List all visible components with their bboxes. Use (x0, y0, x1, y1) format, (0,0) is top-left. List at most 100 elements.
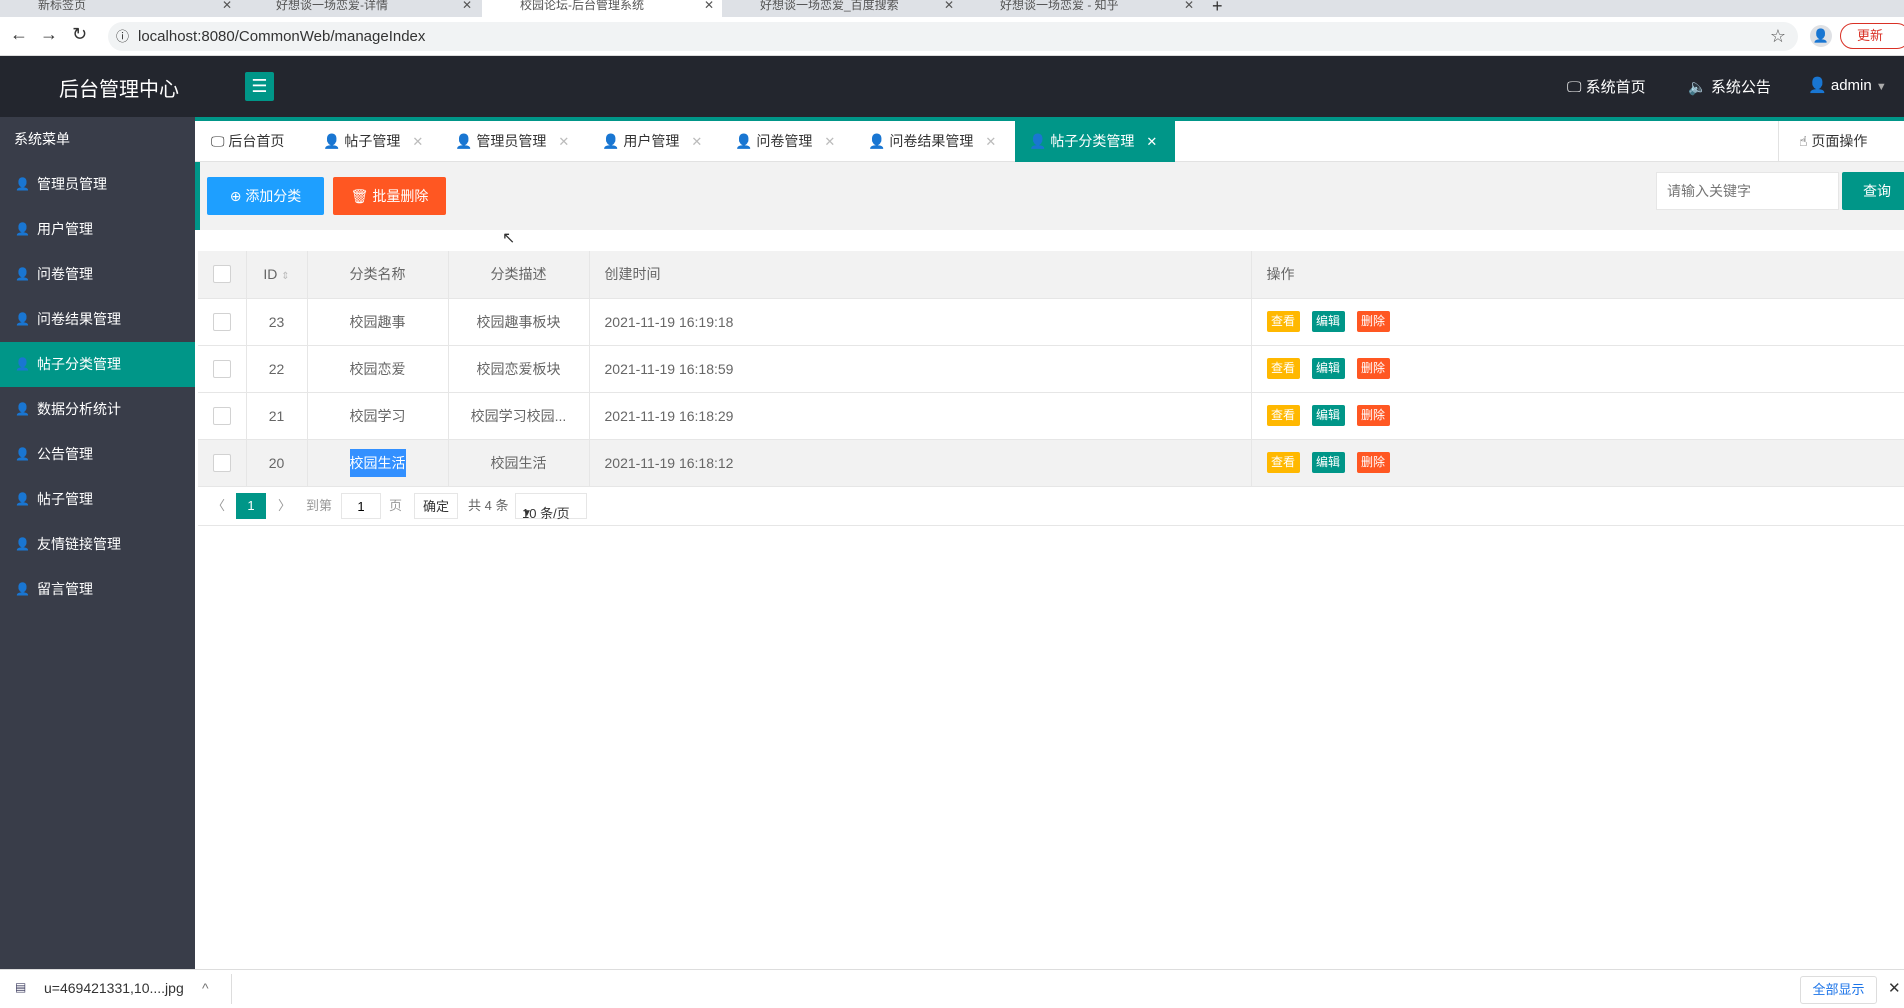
close-icon[interactable]: ✕ (1184, 0, 1194, 11)
tab-post-categories[interactable]: 👤 帖子分类管理 ✕ (1015, 121, 1175, 162)
batch-delete-button[interactable]: 🗑 批量删除 (333, 177, 446, 215)
browser-tab-strip: 新标签页 ✕ 好想谈一场恋爱-详情 ✕ 校园论坛-后台管理系统 ✕ 好想谈一场恋爱_百… (0, 0, 1904, 17)
browser-tab[interactable]: 新标签页 ✕ (0, 0, 240, 17)
row-checkbox[interactable] (198, 345, 247, 393)
close-icon[interactable]: ✕ (985, 134, 996, 149)
close-icon[interactable]: ✕ (222, 0, 232, 11)
cell-id: 20 (246, 439, 308, 487)
column-name: 分类名称 (307, 251, 449, 299)
edit-button[interactable]: 编辑 (1311, 452, 1345, 473)
tab-posts[interactable]: 👤 帖子管理 ✕ (323, 121, 423, 162)
browser-tab[interactable]: 好想谈一场恋爱 - 知乎 ✕ (962, 0, 1202, 17)
close-icon[interactable]: ✕ (1888, 979, 1901, 997)
close-icon[interactable]: ✕ (691, 134, 702, 149)
sort-icon[interactable]: ⇕ (281, 271, 289, 282)
page-size-select[interactable]: 10 条/页 ▼ (515, 493, 587, 521)
row-checkbox[interactable] (198, 439, 247, 487)
reload-icon[interactable]: ↻ (72, 24, 87, 45)
edit-button[interactable]: 编辑 (1311, 311, 1345, 332)
forward-icon[interactable]: → (40, 24, 58, 45)
cell-name: 校园恋爱 (307, 345, 449, 393)
close-icon[interactable]: ✕ (824, 134, 835, 149)
delete-button[interactable]: 删除 (1356, 405, 1390, 426)
page-number-input[interactable] (341, 493, 381, 519)
new-tab-icon[interactable]: + (1212, 0, 1223, 17)
user-icon: 👤 (15, 582, 30, 596)
name-text: 校园趣事 (349, 313, 406, 330)
close-icon[interactable]: ✕ (412, 134, 423, 149)
chevron-up-icon[interactable]: ^ (202, 980, 209, 996)
sidebar-item-admin[interactable]: 👤 管理员管理 (0, 162, 195, 207)
nav-label: 系统公告 (1710, 79, 1771, 96)
search-input[interactable] (1656, 172, 1839, 210)
column-id[interactable]: ID ⇕ (246, 251, 308, 299)
plus-circle-icon: ⊕ (229, 188, 242, 204)
add-category-button[interactable]: ⊕ 添加分类 (207, 177, 324, 215)
tab-home[interactable]: 🖵 后台首页 (211, 121, 311, 162)
view-button[interactable]: 查看 (1266, 311, 1300, 332)
header-label: ID (263, 266, 278, 283)
nav-home-link[interactable]: 🖵 系统首页 (1567, 76, 1646, 97)
sidebar-item-messages[interactable]: 👤 留言管理 (0, 567, 195, 612)
tab-users[interactable]: 👤 用户管理 ✕ (602, 121, 702, 162)
user-icon: 👤 (1808, 77, 1827, 94)
browser-tab-active[interactable]: 校园论坛-后台管理系统 ✕ (482, 0, 722, 17)
sidebar-item-posts[interactable]: 👤 帖子管理 (0, 477, 195, 522)
sidebar-item-survey-results[interactable]: 👤 问卷结果管理 (0, 297, 195, 342)
tab-survey-results[interactable]: 👤 问卷结果管理 ✕ (868, 121, 996, 162)
edit-button[interactable]: 编辑 (1311, 405, 1345, 426)
browser-tab[interactable]: 好想谈一场恋爱-详情 ✕ (240, 0, 480, 17)
url-input[interactable]: ⓘ localhost:8080/CommonWeb/manageIndex ☆ (108, 22, 1798, 51)
next-page-icon[interactable]: 〉 (278, 493, 291, 519)
star-icon[interactable]: ☆ (1770, 22, 1786, 51)
user-icon: 👤 (15, 267, 30, 281)
delete-button[interactable]: 删除 (1356, 311, 1390, 332)
row-checkbox[interactable] (198, 392, 247, 440)
tab-title: 校园论坛-后台管理系统 (520, 0, 644, 12)
cell-created-time: 2021-11-19 16:18:12 (589, 439, 1252, 487)
page-1-button[interactable]: 1 (236, 493, 266, 519)
view-button[interactable]: 查看 (1266, 452, 1300, 473)
close-icon[interactable]: ✕ (462, 0, 472, 11)
row-checkbox[interactable] (198, 298, 247, 346)
delete-button[interactable]: 删除 (1356, 358, 1390, 379)
sidebar-item-post-categories[interactable]: 👤 帖子分类管理 (0, 342, 195, 387)
update-button[interactable]: 更新 (1840, 23, 1904, 49)
sidebar-item-users[interactable]: 👤 用户管理 (0, 207, 195, 252)
profile-icon[interactable]: 👤 (1810, 25, 1832, 47)
back-icon[interactable]: ← (10, 24, 28, 45)
show-all-downloads-button[interactable]: 全部显示 (1800, 976, 1877, 1004)
view-button[interactable]: 查看 (1266, 358, 1300, 379)
menu-toggle-icon[interactable]: ☰ (245, 72, 274, 101)
delete-button[interactable]: 删除 (1356, 452, 1390, 473)
search-button[interactable]: 查询 (1842, 172, 1904, 210)
view-button[interactable]: 查看 (1266, 405, 1300, 426)
download-file-name[interactable]: u=469421331,10....jpg (44, 980, 184, 996)
page-operations-button[interactable]: ☝ 页面操作 (1778, 121, 1904, 162)
hand-pointer-icon: ☝ (1799, 133, 1808, 149)
user-icon: 👤 (1029, 133, 1047, 149)
confirm-page-button[interactable]: 确定 (414, 493, 458, 519)
page-ops-label: 页面操作 (1811, 133, 1868, 149)
close-icon[interactable]: ✕ (558, 134, 569, 149)
category-table: ID ⇕ 分类名称 分类描述 创建时间 操作 23 校园趣事 校园趣事板块 20… (198, 251, 1904, 487)
tab-surveys[interactable]: 👤 问卷管理 ✕ (735, 121, 835, 162)
nav-notice-link[interactable]: 🔈 系统公告 (1688, 76, 1771, 97)
tab-admins[interactable]: 👤 管理员管理 ✕ (455, 121, 569, 162)
sidebar-item-links[interactable]: 👤 友情链接管理 (0, 522, 195, 567)
caret-down-icon: ▼ (1875, 81, 1887, 93)
close-icon[interactable]: ✕ (1146, 134, 1157, 149)
prev-page-icon[interactable]: 〈 (212, 493, 225, 519)
user-icon: 👤 (15, 402, 30, 416)
page-unit-label: 页 (389, 498, 403, 513)
sidebar-item-surveys[interactable]: 👤 问卷管理 (0, 252, 195, 297)
cell-actions: 查看 编辑 删除 (1251, 345, 1904, 393)
sidebar-item-notices[interactable]: 👤 公告管理 (0, 432, 195, 477)
close-icon[interactable]: ✕ (704, 0, 714, 11)
user-menu[interactable]: 👤 admin ▼ (1808, 76, 1887, 94)
select-all-checkbox[interactable] (198, 251, 247, 299)
browser-tab[interactable]: 好想谈一场恋爱_百度搜索 ✕ (722, 0, 962, 17)
sidebar-item-statistics[interactable]: 👤 数据分析统计 (0, 387, 195, 432)
close-icon[interactable]: ✕ (944, 0, 954, 11)
edit-button[interactable]: 编辑 (1311, 358, 1345, 379)
